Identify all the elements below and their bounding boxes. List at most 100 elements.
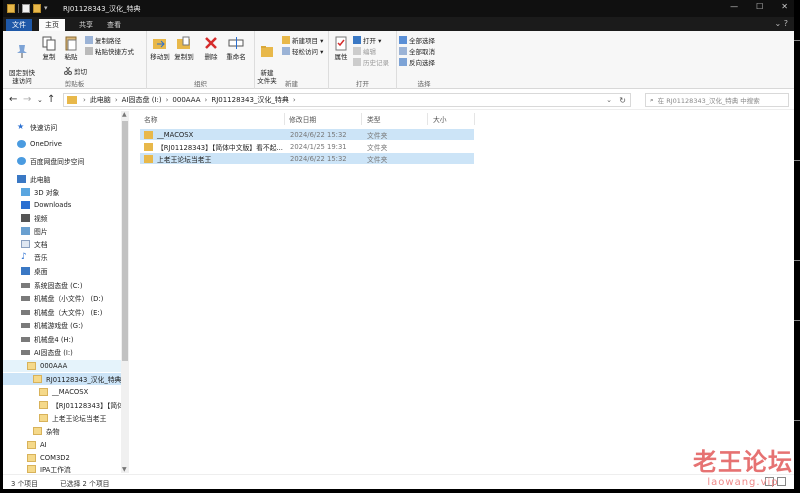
folder-icon[interactable] <box>7 4 15 13</box>
scroll-down-icon[interactable]: ▼ <box>122 466 127 473</box>
scrollbar-thumb[interactable] <box>122 121 128 361</box>
tree-item-drive-e[interactable]: 机械盘（大文件） (E:) <box>3 306 121 318</box>
column-divider[interactable] <box>427 113 428 125</box>
move-to-button[interactable]: 移动到 <box>149 35 171 61</box>
edge-mark <box>794 320 800 321</box>
easy-access-button[interactable]: 轻松访问 ▾ <box>282 46 323 56</box>
cloud-icon <box>17 157 26 165</box>
new-item-button[interactable]: 新建项目 ▾ <box>282 35 323 45</box>
customize-arrow-icon[interactable]: ▾ <box>44 4 48 13</box>
tree-item-onedrive[interactable]: OneDrive <box>3 138 121 150</box>
minimize-button[interactable]: — <box>730 2 738 11</box>
tree-item-ai[interactable]: AI <box>3 439 121 451</box>
tree-item-quick-access[interactable]: ★ 快速访问 <box>3 121 121 133</box>
tree-item-drive-g[interactable]: 机械游戏盘 (G:) <box>3 319 121 331</box>
file-row[interactable]: 上老王论坛当老王 2024/6/22 15:32 文件夹 <box>140 153 474 164</box>
tree-item-desktop[interactable]: 桌面 <box>3 265 121 277</box>
breadcrumb-current[interactable]: RJ01128343_汉化_特典 <box>211 95 289 105</box>
breadcrumb-000aaa[interactable]: 000AAA <box>172 96 200 104</box>
tree-item-000aaa[interactable]: 000AAA <box>3 360 121 372</box>
search-box[interactable]: ⌕ 在 RJ01128343_汉化_特典 中搜索 <box>645 93 789 107</box>
tree-label: 快速访问 <box>30 124 58 132</box>
tree-item-3d[interactable]: 3D 对象 <box>3 186 121 198</box>
paste-shortcut-button[interactable]: 粘贴快捷方式 <box>85 46 134 56</box>
paste-button[interactable]: 粘贴 <box>61 35 81 61</box>
copy-path-button[interactable]: 复制路径 <box>85 35 121 45</box>
tree-label: 上老王论坛当老王 <box>52 415 107 423</box>
column-divider[interactable] <box>474 113 475 125</box>
tree-item-drive-h[interactable]: 机械盘4 (H:) <box>3 333 121 345</box>
file-row[interactable]: __MACOSX 2024/6/22 15:32 文件夹 <box>140 129 474 140</box>
help-icon[interactable]: ⌄ ? <box>775 19 789 28</box>
file-row[interactable]: 【RJ01128343】【简体中文版】看不起... 2024/1/25 19:3… <box>140 141 474 152</box>
invert-selection-button[interactable]: 反向选择 <box>399 57 435 67</box>
delete-button[interactable]: 删除 <box>201 35 221 61</box>
tree-item-videos[interactable]: 视频 <box>3 212 121 224</box>
title-bar: ▾ RJ01128343_汉化_特典 — ☐ ✕ <box>3 0 794 17</box>
folder-icon <box>33 427 42 435</box>
copy-to-button[interactable]: 复制到 <box>173 35 195 61</box>
open-button[interactable]: 打开 ▾ <box>353 35 381 45</box>
chevron-right-icon[interactable]: › <box>293 96 296 104</box>
breadcrumb-drive[interactable]: AI固态盘 (I:) <box>122 95 162 105</box>
tree-item-downloads[interactable]: Downloads <box>3 199 121 211</box>
column-header-type[interactable]: 类型 <box>367 114 381 124</box>
column-header-date[interactable]: 修改日期 <box>289 114 316 124</box>
background-edge <box>794 0 800 493</box>
up-icon[interactable]: ↑ <box>47 94 55 105</box>
tree-item-ipa[interactable]: IPA工作流 <box>3 465 121 473</box>
column-divider[interactable] <box>284 113 285 125</box>
close-button[interactable]: ✕ <box>781 2 788 11</box>
refresh-icon[interactable]: ↻ <box>619 96 626 105</box>
address-bar[interactable]: › 此电脑 › AI固态盘 (I:) › 000AAA › RJ01128343… <box>63 93 631 107</box>
chevron-right-icon[interactable]: › <box>205 96 208 104</box>
address-dropdown-icon[interactable]: ⌄ <box>606 96 612 104</box>
tree-item-documents[interactable]: 文档 <box>3 238 121 250</box>
tree-item-macosx[interactable]: __MACOSX <box>3 386 121 398</box>
chevron-right-icon[interactable]: › <box>166 96 169 104</box>
tree-item-drive-d[interactable]: 机械盘（小文件） (D:) <box>3 292 121 304</box>
open-group: 属性 打开 ▾ 编辑 历史记录 打开 <box>329 31 397 89</box>
maximize-button[interactable]: ☐ <box>756 2 763 11</box>
tab-share[interactable]: 共享 <box>73 19 99 31</box>
select-all-button[interactable]: 全部选择 <box>399 35 435 45</box>
column-divider[interactable] <box>361 113 362 125</box>
tree-item-current[interactable]: RJ01128343_汉化_特典 <box>3 373 121 385</box>
breadcrumb-this-pc[interactable]: 此电脑 <box>90 95 111 105</box>
copy-button[interactable]: 复制 <box>39 35 59 61</box>
cut-button[interactable]: 剪切 <box>64 66 87 76</box>
chevron-right-icon[interactable]: › <box>83 96 86 104</box>
file-name: __MACOSX <box>144 130 284 139</box>
column-header-name[interactable]: 名称 <box>144 114 158 124</box>
tree-item-this-pc[interactable]: 此电脑 <box>3 173 121 185</box>
tab-file[interactable]: 文件 <box>6 19 32 31</box>
tree-item-music[interactable]: ♪ 音乐 <box>3 251 121 263</box>
tree-item-baidu[interactable]: 百度网盘同步空间 <box>3 155 121 167</box>
select-none-button[interactable]: 全部取消 <box>399 46 435 56</box>
back-icon[interactable]: ← <box>9 94 17 105</box>
edit-button[interactable]: 编辑 <box>353 46 376 56</box>
watermark-url: laowang.vip <box>707 477 779 488</box>
history-button[interactable]: 历史记录 <box>353 57 389 67</box>
properties-button[interactable]: 属性 <box>331 35 351 61</box>
tree-item-drive-i[interactable]: AI固态盘 (I:) <box>3 346 121 358</box>
properties-icon[interactable] <box>22 4 30 13</box>
tree-item-com3d2[interactable]: COM3D2 <box>3 452 121 464</box>
recent-locations-icon[interactable]: ⌄ <box>37 96 43 104</box>
tree-item-drive-c[interactable]: 系统固态盘 (C:) <box>3 279 121 291</box>
folder-icon <box>33 375 42 383</box>
cube-icon <box>21 188 30 196</box>
new-folder-icon[interactable] <box>33 4 41 13</box>
navigation-scrollbar[interactable]: ▲ ▼ <box>121 111 129 473</box>
tab-home[interactable]: 主页 <box>39 19 65 31</box>
tree-item-laowang[interactable]: 上老王论坛当老王 <box>3 412 121 424</box>
tree-item-pictures[interactable]: 图片 <box>3 225 121 237</box>
tab-view[interactable]: 查看 <box>101 19 127 31</box>
rename-button[interactable]: 重命名 <box>223 35 249 61</box>
scroll-up-icon[interactable]: ▲ <box>122 111 127 118</box>
forward-icon[interactable]: → <box>23 94 31 105</box>
tree-item-misc[interactable]: 杂物 <box>3 425 121 437</box>
column-header-size[interactable]: 大小 <box>433 114 447 124</box>
tree-item-rj-folder[interactable]: 【RJ01128343】【简体中 <box>3 399 121 411</box>
chevron-right-icon[interactable]: › <box>115 96 118 104</box>
